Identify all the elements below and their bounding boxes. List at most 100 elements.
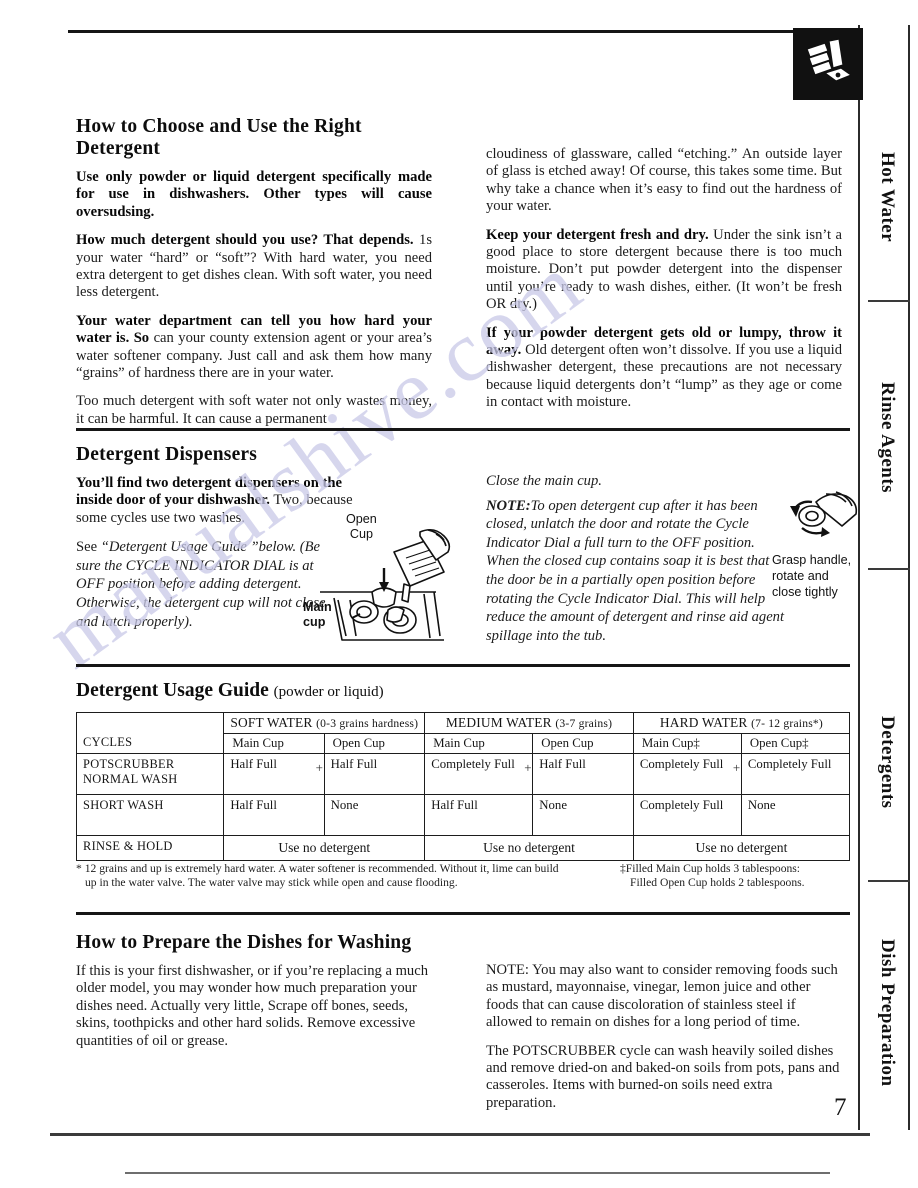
row-value: + Half Full xyxy=(316,753,426,795)
row-value-text: Use no detergent xyxy=(695,840,788,855)
row-value-text: Use no detergent xyxy=(483,840,575,855)
thumb-tab-separator-3 xyxy=(868,880,910,882)
table-cup-header: Open Cup xyxy=(532,733,634,754)
paragraph: You’ll find two detergent dispensers on … xyxy=(76,475,376,527)
callout-main-cup: Main cup xyxy=(303,600,332,629)
plus-sign: + xyxy=(315,760,324,775)
thumb-tab-separator-2 xyxy=(868,568,910,570)
table-cup-header: Main Cup‡ xyxy=(632,733,742,754)
paragraph: The POTSCRUBBER cycle can wash heavily s… xyxy=(486,1042,840,1111)
row-value: Completely Full xyxy=(424,753,534,795)
open-cup-note: NOTE:To open detergent cup after it has … xyxy=(486,497,786,646)
footnote-line: Filled Open Cup holds 2 tablespoons. xyxy=(630,876,805,890)
usage-guide-title-sub: (powder or liquid) xyxy=(273,684,384,700)
table-cup-header: Open Cup xyxy=(323,733,426,754)
thumb-tab-label: Rinse Agents xyxy=(877,381,898,494)
footnote-line: ‡Filled Main Cup holds 3 tablespoons: xyxy=(620,862,801,875)
page-title-choose-detergent: How to Choose and Use the Right Detergen… xyxy=(76,116,362,159)
paragraph: Too much detergent with soft water not o… xyxy=(76,393,432,428)
table-row: POTSCRUBBER NORMAL WASH Half Full + Half… xyxy=(75,753,851,795)
table-cup-header: Main Cup xyxy=(223,733,325,754)
group-range: (7- 12 grains*) xyxy=(751,717,823,730)
table-corner-header: CYCLES xyxy=(75,712,225,754)
row-cycle-label: RINSE & HOLD xyxy=(75,835,225,861)
prepare-section-right-column: NOTE: You may also want to consider remo… xyxy=(486,962,842,1112)
manual-page: manualshive.com Hot Water Rinse Agents D… xyxy=(0,0,918,1188)
paragraph: How much detergent should you use? That … xyxy=(76,232,432,302)
note-prefix: See xyxy=(76,539,98,556)
top-rule xyxy=(68,30,858,33)
paragraph-rest: Too much detergent with soft water not o… xyxy=(76,393,432,427)
table-cup-header: Main Cup xyxy=(424,733,534,754)
thumb-index-rail: Hot Water Rinse Agents Detergents Dish P… xyxy=(856,0,918,1188)
table-group-header-medium: MEDIUM WATER (3-7 grains) xyxy=(424,712,634,734)
thumb-tab-label: Hot Water xyxy=(877,152,898,243)
hand-pressing-button-icon xyxy=(793,28,863,100)
paragraph: Keep your detergent fresh and dry. Under… xyxy=(486,227,842,314)
detergent-section-right-column: cloudiness of glassware, called “etching… xyxy=(486,146,842,412)
group-range: (0-3 grains hardness) xyxy=(316,717,419,730)
cycle-indicator-note: See “Detergent Usage Guide ”below. (Be s… xyxy=(76,538,338,631)
row-value: None xyxy=(323,794,426,836)
callout-open-cup: Open Cup xyxy=(346,512,377,541)
group-name: MEDIUM WATER xyxy=(445,715,552,730)
paragraph-lead: Keep your detergent fresh and dry. xyxy=(486,226,709,243)
callout-grasp-handle: Grasp handle, rotate and close tightly xyxy=(772,553,852,599)
dishwasher-door-dispenser-illustration xyxy=(320,528,451,641)
thumb-tab-separator-1 xyxy=(868,300,910,302)
row-value: + Half Full xyxy=(524,753,634,795)
paragraph: If this is your first dishwasher, or if … xyxy=(76,963,429,1049)
usage-guide-title-main: Detergent Usage Guide xyxy=(76,680,269,701)
row-value: Completely Full xyxy=(632,753,742,795)
row-value-text: Half Full xyxy=(539,757,586,771)
close-main-cup-text: Close the main cup. xyxy=(486,473,602,489)
divider-prepare xyxy=(76,912,850,915)
detergent-usage-table: CYCLES SOFT WATER (0-3 grains hardness) … xyxy=(75,712,851,861)
usage-guide-footnotes: * 12 grains and up is extremely hard wat… xyxy=(76,862,850,890)
row-value: Use no detergent xyxy=(632,835,851,861)
prepare-section-left-column: How to Prepare the Dishes for Washing If… xyxy=(76,932,432,1050)
table-group-header-soft: SOFT WATER (0-3 grains hardness) xyxy=(223,712,426,734)
bottom-rule-primary xyxy=(50,1133,870,1136)
thumb-tab-hot-water[interactable]: Hot Water xyxy=(856,105,918,290)
row-value: Use no detergent xyxy=(424,835,634,861)
footnote-cup-capacity: ‡Filled Main Cup holds 3 tablespoons: Fi… xyxy=(620,862,850,890)
group-name: SOFT WATER xyxy=(230,715,313,730)
paragraph: NOTE: You may also want to consider remo… xyxy=(486,962,838,1031)
table-row-rinse-hold: RINSE & HOLD Use no detergent Use no det… xyxy=(75,835,851,861)
grasp-handle-illustration xyxy=(790,491,858,537)
row-value: None xyxy=(740,794,851,836)
plus-sign: + xyxy=(732,760,741,775)
group-name: HARD WATER xyxy=(659,715,748,730)
dispensers-section-right-column: Close the main cup. NOTE:To open deterge… xyxy=(486,472,786,655)
note-body: To open detergent cup after it has been … xyxy=(486,497,785,644)
row-value: Use no detergent xyxy=(223,835,426,861)
row-cycle-label: POTSCRUBBER NORMAL WASH xyxy=(75,753,225,795)
row-value: Completely Full xyxy=(632,794,742,836)
page-number: 7 xyxy=(834,1094,847,1121)
paragraph-lead: Use only powder or liquid detergent spec… xyxy=(76,169,432,220)
paragraph: Use only powder or liquid detergent spec… xyxy=(76,169,432,221)
note-label: NOTE: xyxy=(486,497,531,514)
footnote-hard-water: * 12 grains and up is extremely hard wat… xyxy=(76,862,559,890)
thumb-tab-rinse-agents[interactable]: Rinse Agents xyxy=(856,330,918,545)
paragraph-rest: cloudiness of glassware, called “etching… xyxy=(486,146,842,215)
table-header-row-groups: CYCLES SOFT WATER (0-3 grains hardness) … xyxy=(75,712,851,754)
divider-usage-guide xyxy=(76,664,850,667)
table-group-header-hard: HARD WATER (7- 12 grains*) xyxy=(632,712,851,734)
thumb-tab-label: Dish Preparation xyxy=(877,938,898,1087)
detergent-section-left-column: How to Choose and Use the Right Detergen… xyxy=(76,116,432,428)
paragraph-rest: Old detergent often won’t dissolve. If y… xyxy=(486,342,842,411)
thumb-tab-detergents[interactable]: Detergents xyxy=(856,660,918,865)
divider-dispensers xyxy=(76,428,850,431)
paragraph-lead: How much detergent should you use? That … xyxy=(76,232,414,249)
table-row: SHORT WASH Half Full None Half Full None… xyxy=(75,794,851,836)
thumb-tab-label: Detergents xyxy=(877,716,898,809)
page-title-detergent-dispensers: Detergent Dispensers xyxy=(76,444,258,465)
note-body: “Detergent Usage Guide ”below. (Be sure … xyxy=(76,539,326,630)
paragraph: If your powder detergent gets old or lum… xyxy=(486,325,842,412)
thumb-tab-dish-preparation[interactable]: Dish Preparation xyxy=(856,910,918,1115)
row-cycle-label: SHORT WASH xyxy=(75,794,225,836)
row-value: + Completely Full xyxy=(733,753,851,795)
paragraph: Your water department can tell you how h… xyxy=(76,313,432,383)
